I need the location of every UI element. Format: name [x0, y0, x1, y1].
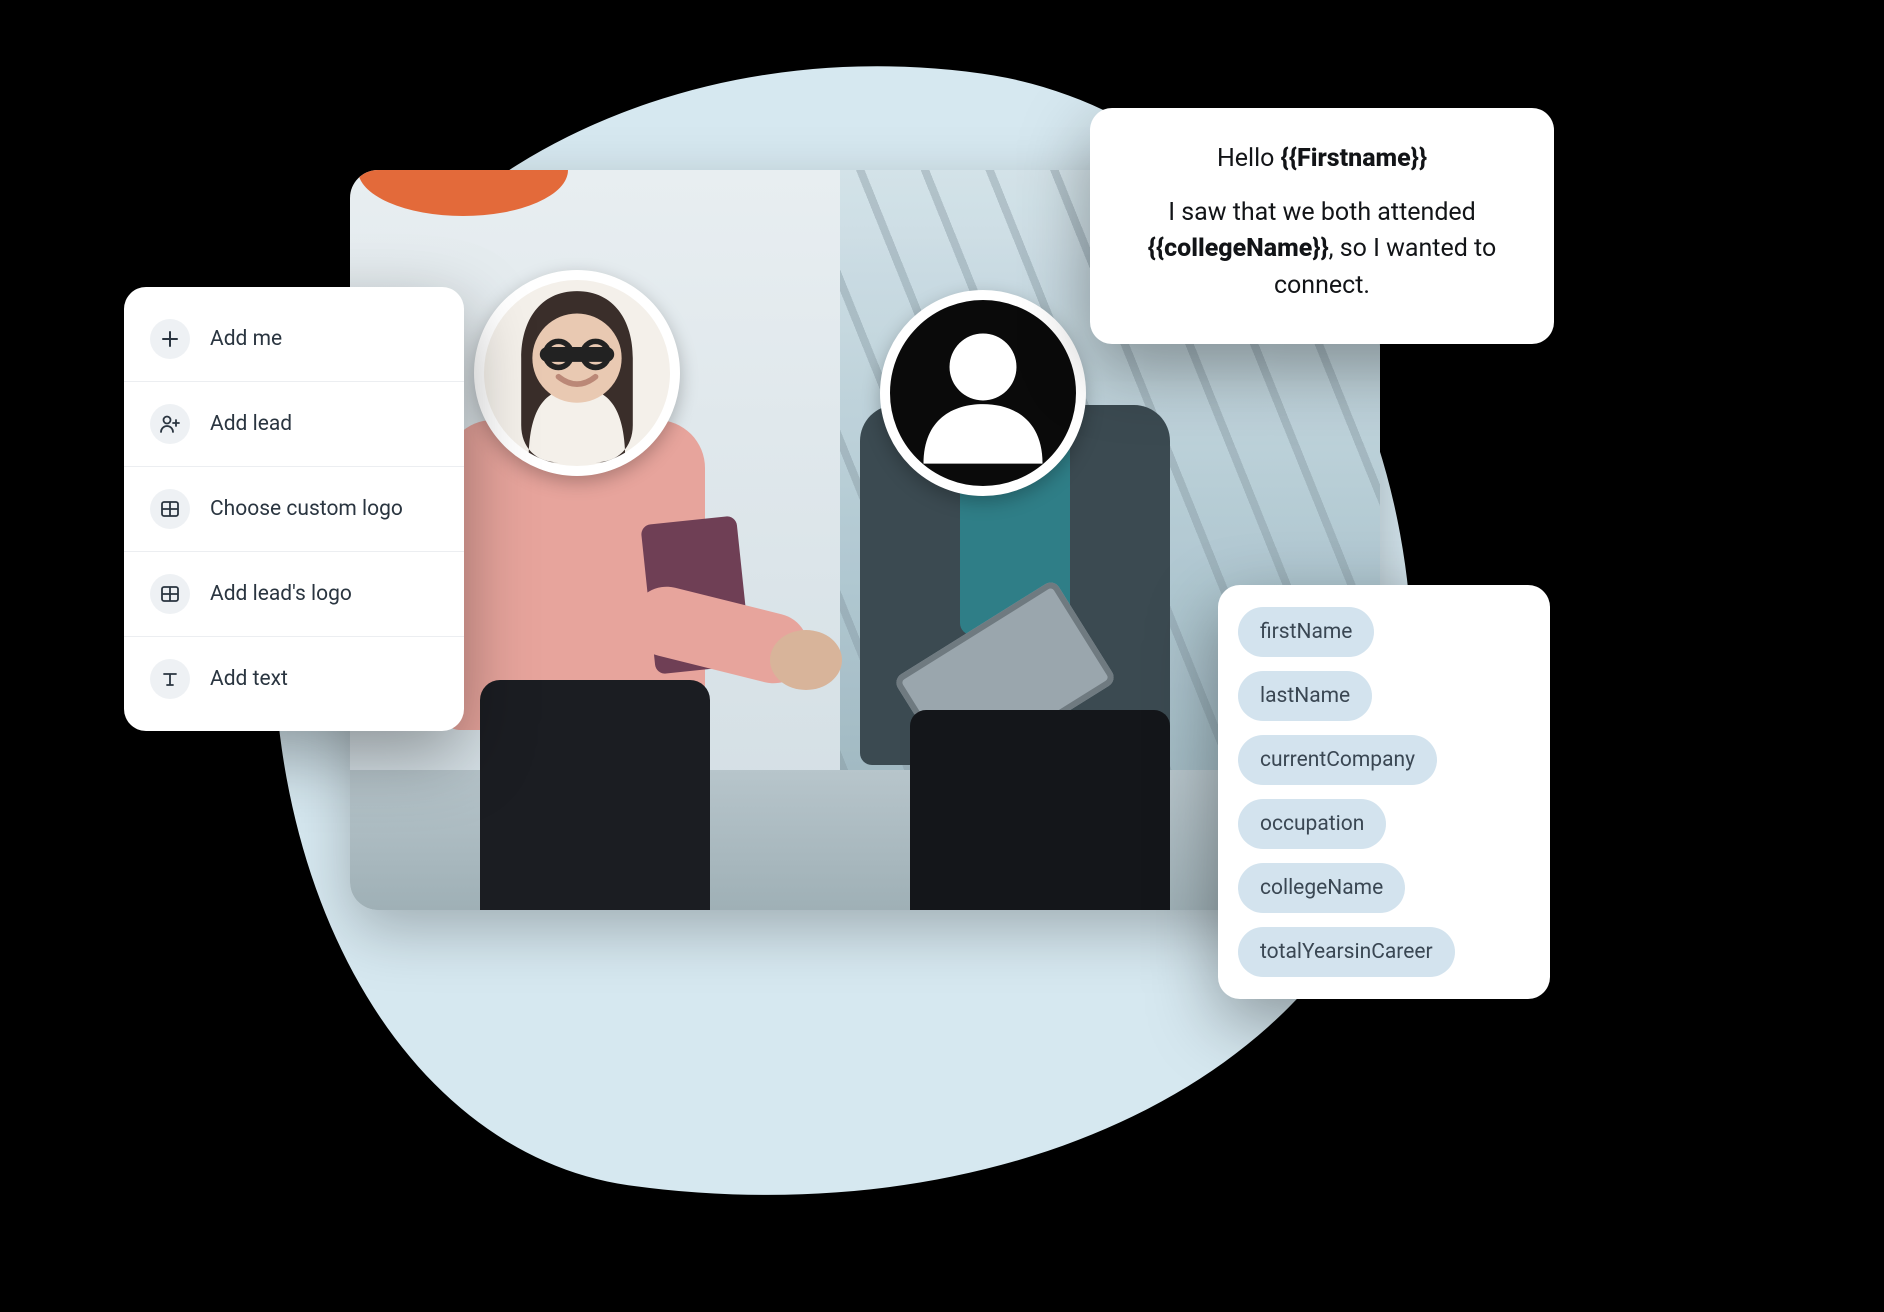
- greeting-variable: {{Firstname}}: [1281, 144, 1427, 173]
- message-preview: Hello {{Firstname}} I saw that we both a…: [1090, 108, 1554, 344]
- variable-currentcompany[interactable]: currentCompany: [1238, 735, 1437, 785]
- text-icon: [150, 659, 190, 699]
- variable-lastname[interactable]: lastName: [1238, 671, 1372, 721]
- message-body: I saw that we both attended {{collegeNam…: [1130, 195, 1514, 304]
- variable-totalyearsincareer[interactable]: totalYearsinCareer: [1238, 927, 1455, 977]
- avatar-right-placeholder: [880, 290, 1086, 496]
- variables-panel: firstName lastName currentCompany occupa…: [1218, 585, 1550, 999]
- menu-item-add-text[interactable]: Add text: [124, 637, 464, 721]
- add-menu: Add me Add lead Choose custom logo Add l…: [124, 287, 464, 731]
- person-icon: [890, 300, 1076, 486]
- person-plus-icon: [150, 404, 190, 444]
- menu-item-add-lead[interactable]: Add lead: [124, 382, 464, 467]
- woman-face-icon: [484, 280, 670, 466]
- menu-item-choose-logo[interactable]: Choose custom logo: [124, 467, 464, 552]
- message-greeting: Hello {{Firstname}}: [1130, 144, 1514, 173]
- variable-occupation[interactable]: occupation: [1238, 799, 1386, 849]
- variable-collegename[interactable]: collegeName: [1238, 863, 1405, 913]
- avatar-left: [474, 270, 680, 476]
- menu-item-label: Add me: [210, 327, 282, 351]
- menu-item-add-me[interactable]: Add me: [124, 297, 464, 382]
- body-before: I saw that we both attended: [1168, 198, 1476, 227]
- menu-item-label: Add lead's logo: [210, 582, 352, 606]
- body-variable: {{collegeName}}: [1148, 234, 1329, 263]
- ceiling-light: [358, 170, 568, 216]
- grid-icon: [150, 489, 190, 529]
- grid-icon: [150, 574, 190, 614]
- variable-firstname[interactable]: firstName: [1238, 607, 1374, 657]
- menu-item-label: Add lead: [210, 412, 292, 436]
- menu-item-label: Choose custom logo: [210, 497, 403, 521]
- greeting-prefix: Hello: [1217, 144, 1281, 173]
- plus-icon: [150, 319, 190, 359]
- menu-item-label: Add text: [210, 667, 288, 691]
- menu-item-add-lead-logo[interactable]: Add lead's logo: [124, 552, 464, 637]
- canvas: Add me Add lead Choose custom logo Add l…: [0, 0, 1884, 1312]
